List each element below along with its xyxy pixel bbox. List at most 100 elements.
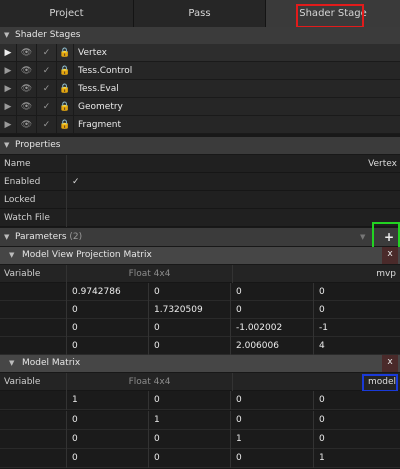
tab-bar: Project Pass Shader Stage bbox=[0, 0, 400, 27]
stage-label: Tess.Control bbox=[78, 66, 133, 76]
lock-icon[interactable]: 🔒 bbox=[57, 98, 74, 116]
eye-icon[interactable]: 👁 bbox=[17, 62, 37, 80]
type-selector[interactable]: Float 4x4 bbox=[66, 373, 232, 391]
property-row-watch-file: Watch File bbox=[0, 209, 400, 227]
variable-name-field[interactable]: model bbox=[232, 373, 400, 391]
matrix-cell[interactable]: 0 bbox=[148, 319, 230, 337]
tab-project[interactable]: Project bbox=[0, 0, 134, 27]
lock-icon[interactable]: 🔒 bbox=[57, 44, 74, 62]
matrix-cell[interactable]: 0 bbox=[230, 301, 313, 319]
shader-stages-header[interactable]: ▼ Shader Stages bbox=[0, 27, 400, 44]
matrix-cell[interactable]: 0 bbox=[313, 411, 400, 430]
matrix-cell[interactable]: 0 bbox=[66, 319, 148, 337]
lock-icon[interactable]: 🔒 bbox=[57, 62, 74, 80]
properties-title: Properties bbox=[15, 140, 61, 150]
play-icon[interactable]: ▶ bbox=[0, 116, 17, 134]
matrix-cell[interactable]: 4 bbox=[313, 337, 400, 355]
variable-name-value: mvp bbox=[376, 269, 396, 279]
matrix-cell[interactable]: 0 bbox=[66, 301, 148, 319]
type-selector[interactable]: Float 4x4 bbox=[66, 265, 232, 283]
matrix-row: 0 1 0 0 bbox=[0, 411, 400, 430]
matrix-cell[interactable]: 1 bbox=[66, 391, 148, 410]
check-icon[interactable]: ✓ bbox=[37, 62, 57, 80]
matrix-cell[interactable]: 0 bbox=[230, 449, 313, 468]
matrix-cell[interactable]: 0 bbox=[66, 430, 148, 449]
matrix-row: 0.9742786 0 0 0 bbox=[0, 283, 400, 301]
close-icon[interactable]: x bbox=[382, 247, 398, 264]
matrix-cell[interactable]: 2.006006 bbox=[230, 337, 313, 355]
matrix-cell[interactable]: 0 bbox=[66, 337, 148, 355]
matrix-cell[interactable]: 0 bbox=[230, 283, 313, 301]
shader-stage-row[interactable]: ▶ 👁 ✓ 🔒 Fragment bbox=[0, 116, 400, 134]
matrix-cell[interactable]: 0 bbox=[148, 337, 230, 355]
properties-header[interactable]: ▼ Properties bbox=[0, 137, 400, 154]
dropdown-triangle-icon[interactable]: ▼ bbox=[360, 228, 365, 246]
add-parameter-button[interactable]: + bbox=[378, 228, 400, 246]
eye-icon[interactable]: 👁 bbox=[17, 44, 37, 62]
matrix-cell[interactable]: 0 bbox=[148, 283, 230, 301]
matrix-cell[interactable]: 0 bbox=[148, 449, 230, 468]
matrix-cell[interactable]: 0 bbox=[148, 391, 230, 410]
shader-stage-row[interactable]: ▶ 👁 ✓ 🔒 Vertex bbox=[0, 44, 400, 62]
matrix-cell[interactable]: 0 bbox=[313, 391, 400, 410]
property-watch-label: Watch File bbox=[4, 213, 50, 223]
matrix-cell[interactable]: 0 bbox=[230, 391, 313, 410]
parameter-header-model[interactable]: ▼ Model Matrix x bbox=[0, 355, 400, 372]
tab-pass[interactable]: Pass bbox=[134, 0, 266, 27]
check-icon[interactable]: ✓ bbox=[37, 44, 57, 62]
property-row-locked: Locked bbox=[0, 191, 400, 209]
play-icon[interactable]: ▶ bbox=[0, 44, 17, 62]
variable-row: Variable Float 4x4 mvp bbox=[0, 265, 400, 283]
check-icon[interactable]: ✓ bbox=[37, 98, 57, 116]
matrix-cell[interactable]: 0 bbox=[313, 301, 400, 319]
shader-stage-row[interactable]: ▶ 👁 ✓ 🔒 Tess.Eval bbox=[0, 80, 400, 98]
parameters-title: Parameters bbox=[15, 232, 67, 242]
locked-checkbox[interactable] bbox=[66, 191, 400, 209]
shader-stage-row[interactable]: ▶ 👁 ✓ 🔒 Geometry bbox=[0, 98, 400, 116]
name-field[interactable]: Vertex bbox=[66, 155, 400, 173]
matrix-cell[interactable]: -1 bbox=[313, 319, 400, 337]
matrix-cell[interactable]: 0 bbox=[313, 430, 400, 449]
matrix-cell[interactable]: 0 bbox=[148, 430, 230, 449]
matrix-cell[interactable]: 0 bbox=[230, 411, 313, 430]
tab-shader-stage[interactable]: Shader Stage bbox=[266, 0, 400, 27]
eye-icon[interactable]: 👁 bbox=[17, 98, 37, 116]
stage-label: Geometry bbox=[78, 102, 123, 112]
matrix-cell[interactable]: 1 bbox=[148, 411, 230, 430]
parameter-header-mvp[interactable]: ▼ Model View Projection Matrix x bbox=[0, 247, 400, 264]
variable-row: Variable Float 4x4 model bbox=[0, 373, 400, 391]
collapse-triangle-icon: ▼ bbox=[9, 359, 15, 367]
eye-icon[interactable]: 👁 bbox=[17, 80, 37, 98]
watch-file-checkbox[interactable] bbox=[66, 209, 400, 227]
matrix-cell[interactable]: 1.7320509 bbox=[148, 301, 230, 319]
close-icon[interactable]: x bbox=[382, 355, 398, 372]
type-value: Float 4x4 bbox=[128, 377, 171, 387]
matrix-cell[interactable]: 0 bbox=[66, 411, 148, 430]
play-icon[interactable]: ▶ bbox=[0, 62, 17, 80]
parameter-title: Model View Projection Matrix bbox=[22, 250, 152, 260]
lock-icon[interactable]: 🔒 bbox=[57, 80, 74, 98]
check-icon[interactable]: ✓ bbox=[37, 116, 57, 134]
parameters-count: (2) bbox=[69, 232, 83, 242]
stage-label: Vertex bbox=[78, 48, 107, 58]
enabled-checkbox[interactable]: ✓ bbox=[66, 173, 400, 191]
matrix-cell[interactable]: 1 bbox=[230, 430, 313, 449]
collapse-triangle-icon: ▼ bbox=[4, 233, 10, 241]
matrix-row: 0 0 0 1 bbox=[0, 449, 400, 468]
shader-stages-title: Shader Stages bbox=[15, 30, 81, 40]
matrix-cell[interactable]: 0 bbox=[313, 283, 400, 301]
check-icon[interactable]: ✓ bbox=[37, 80, 57, 98]
property-row-name: Name Vertex bbox=[0, 155, 400, 173]
play-icon[interactable]: ▶ bbox=[0, 80, 17, 98]
variable-name-field[interactable]: mvp bbox=[232, 265, 400, 283]
matrix-row: 1 0 0 0 bbox=[0, 391, 400, 410]
matrix-cell[interactable]: 1 bbox=[313, 449, 400, 468]
matrix-cell[interactable]: -1.002002 bbox=[230, 319, 313, 337]
matrix-cell[interactable]: 0 bbox=[66, 449, 148, 468]
play-icon[interactable]: ▶ bbox=[0, 98, 17, 116]
lock-icon[interactable]: 🔒 bbox=[57, 116, 74, 134]
matrix-cell[interactable]: 0.9742786 bbox=[66, 283, 148, 301]
parameters-header[interactable]: ▼ Parameters (2) ▼ + bbox=[0, 228, 400, 246]
eye-icon[interactable]: 👁 bbox=[17, 116, 37, 134]
shader-stage-row[interactable]: ▶ 👁 ✓ 🔒 Tess.Control bbox=[0, 62, 400, 80]
